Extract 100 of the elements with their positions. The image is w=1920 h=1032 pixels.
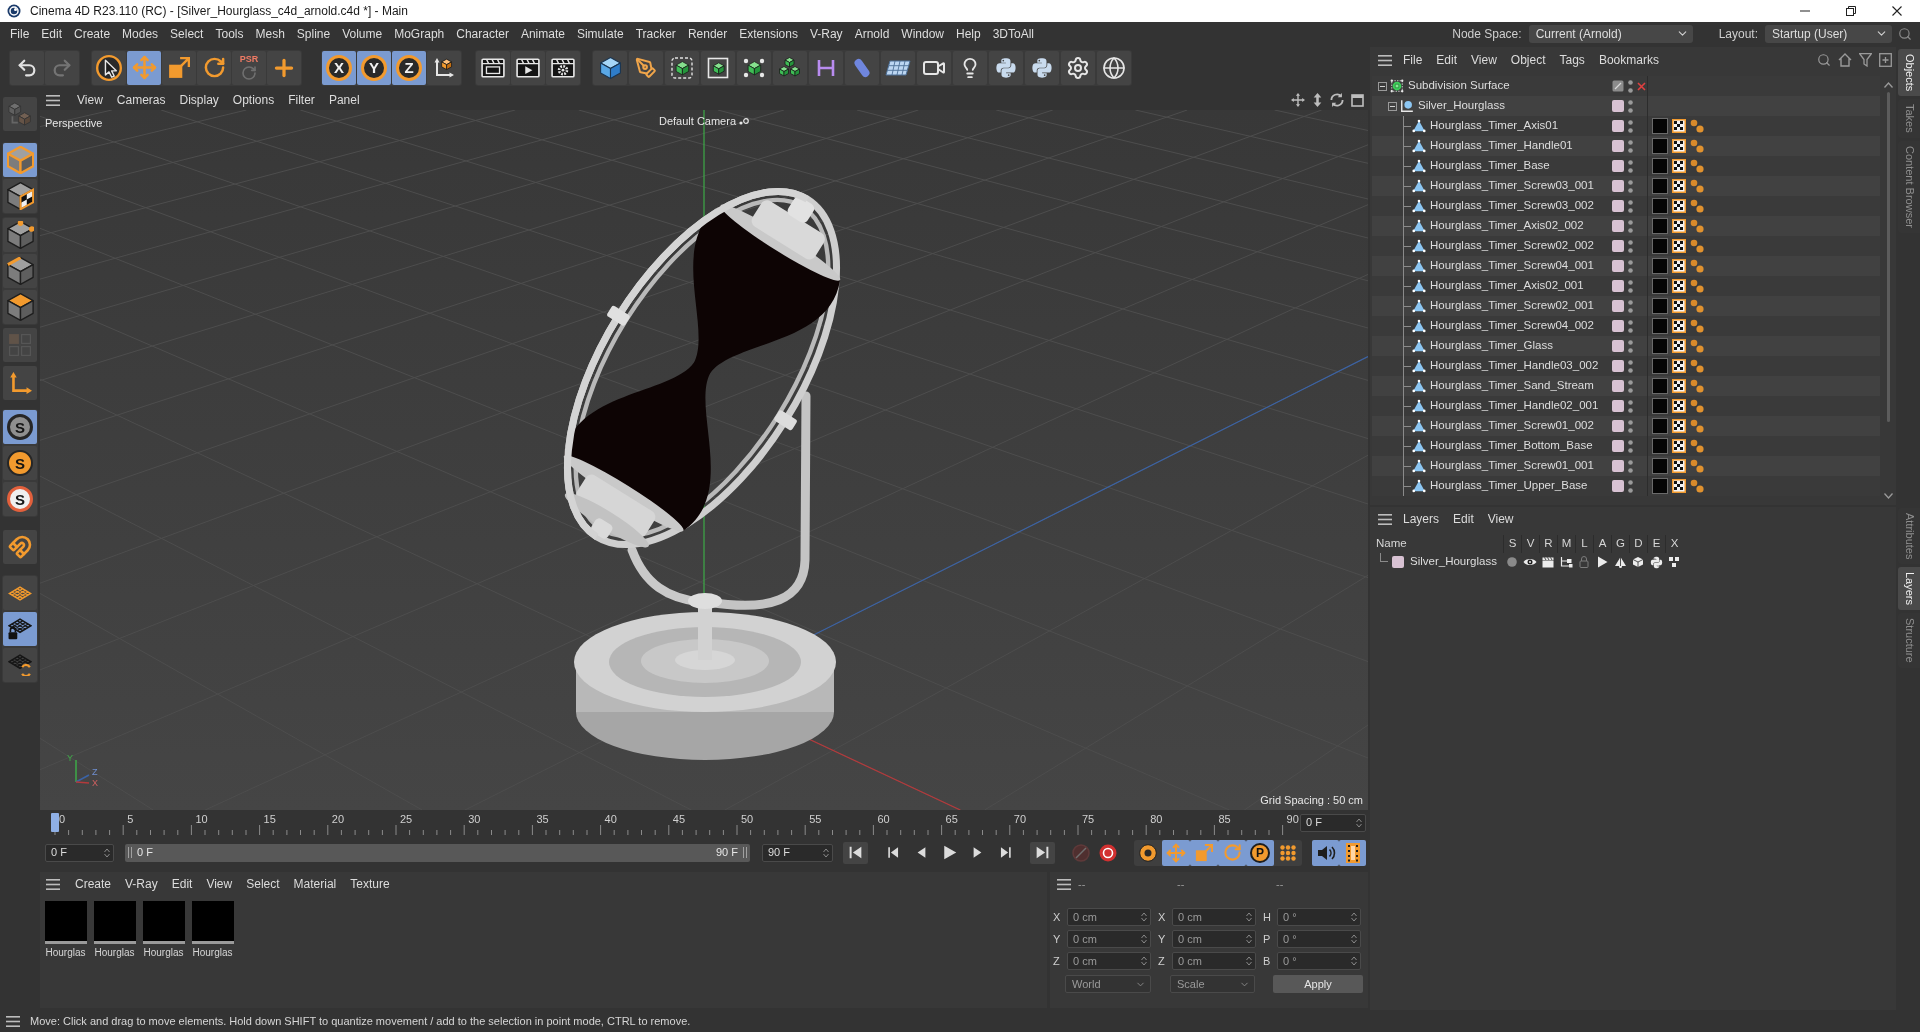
pattern-tag-icon[interactable] (1672, 219, 1686, 233)
viewport-canvas[interactable]: Perspective Default Camera Grid Spacing : 50 cm Y Z X (40, 110, 1368, 810)
menu-item[interactable]: Character (450, 22, 515, 45)
pattern-tag-icon[interactable] (1672, 239, 1686, 253)
chevron-down-icon[interactable] (1883, 493, 1893, 499)
menu-item[interactable]: Edit (164, 878, 200, 890)
swatch-icon[interactable] (1612, 300, 1624, 312)
menu-item[interactable]: Layers (1396, 513, 1447, 525)
spheres-tag-icon[interactable] (1690, 459, 1704, 473)
spheres-tag-icon[interactable] (1690, 479, 1704, 493)
menu-item[interactable]: View (199, 878, 240, 890)
home-icon[interactable] (1838, 53, 1852, 67)
swatch-icon[interactable] (1612, 160, 1624, 172)
menu-icon[interactable] (6, 1015, 20, 1027)
menu-item[interactable]: Spline (290, 22, 337, 45)
dots-icon[interactable] (1628, 159, 1633, 173)
menu-item[interactable]: Select (164, 22, 210, 45)
swatch-icon[interactable] (1612, 280, 1624, 292)
pattern-tag-icon[interactable] (1672, 319, 1686, 333)
speaker-button[interactable] (1312, 839, 1339, 866)
menu-item[interactable]: MoGraph (388, 22, 451, 45)
move-button[interactable] (127, 50, 161, 85)
square-tag-icon[interactable] (1652, 378, 1668, 394)
menu-item[interactable]: Simulate (570, 22, 630, 45)
object-row[interactable]: Hourglass_Timer_Screw03_001 (1372, 176, 1880, 196)
pattern-tag-icon[interactable] (1672, 439, 1686, 453)
chevron-up-icon[interactable] (1883, 82, 1893, 88)
s-ring-button[interactable]: S (3, 482, 37, 516)
pattern-tag-icon[interactable] (1672, 459, 1686, 473)
s-ring-button[interactable]: S (3, 446, 37, 480)
square-icon[interactable] (1351, 93, 1364, 107)
pattern-tag-icon[interactable] (1672, 159, 1686, 173)
pattern-tag-icon[interactable] (1672, 139, 1686, 153)
dot-icon[interactable] (1507, 557, 1517, 567)
slashed-box-icon[interactable] (1612, 80, 1624, 92)
cube-face-button[interactable] (3, 290, 37, 324)
clapperboard-button[interactable] (476, 50, 510, 85)
rotate-button[interactable] (197, 50, 231, 85)
menu-item[interactable]: Display (172, 94, 226, 106)
four-arrows-icon[interactable] (1291, 93, 1305, 107)
spheres-tag-icon[interactable] (1690, 139, 1704, 153)
object-row[interactable]: Silver_Hourglass (1372, 96, 1880, 116)
menu-item[interactable]: Create (68, 22, 117, 45)
menu-item[interactable]: Edit (1446, 513, 1481, 525)
blocks-icon[interactable] (1668, 556, 1680, 568)
cube-edge-button[interactable] (3, 254, 37, 288)
side-tab[interactable]: Objects (1898, 49, 1920, 97)
swatch-icon[interactable] (1612, 240, 1624, 252)
axis-letter-button[interactable]: X (322, 50, 356, 85)
box-icon[interactable] (1632, 556, 1644, 568)
dots-icon[interactable] (1628, 119, 1633, 133)
menu-item[interactable]: 3DToAll (986, 22, 1041, 45)
cross-icon[interactable] (1637, 81, 1646, 91)
skip-end-button[interactable] (1030, 841, 1055, 864)
spheres-tag-icon[interactable] (1690, 439, 1704, 453)
spheres-tag-icon[interactable] (1690, 239, 1704, 253)
square-tag-icon[interactable] (1652, 178, 1668, 194)
object-row[interactable]: Hourglass_Timer_Screw01_002 (1372, 416, 1880, 436)
dots-icon[interactable] (1628, 379, 1633, 393)
swatch-icon[interactable] (1612, 140, 1624, 152)
dots-icon[interactable] (1628, 179, 1633, 193)
menu-item[interactable]: Tracker (629, 22, 682, 45)
material-preview[interactable] (142, 901, 185, 944)
menu-item[interactable]: Options (225, 94, 282, 106)
pattern-tag-icon[interactable] (1672, 479, 1686, 493)
menu-item[interactable]: View (70, 94, 110, 106)
menu-item[interactable]: Bookmarks (1591, 54, 1666, 66)
pattern-tag-icon[interactable] (1672, 359, 1686, 373)
cube-points-button[interactable] (3, 218, 37, 252)
square-tag-icon[interactable] (1652, 478, 1668, 494)
object-row[interactable]: Hourglass_Timer_Glass (1372, 336, 1880, 356)
square-tag-icon[interactable] (1652, 238, 1668, 254)
spheres-tag-icon[interactable] (1690, 119, 1704, 133)
spheres-tag-icon[interactable] (1690, 419, 1704, 433)
cube-pattern-button[interactable] (3, 179, 37, 213)
material-preview[interactable] (44, 901, 87, 944)
scale-button[interactable] (162, 50, 196, 85)
menu-item[interactable]: Filter (281, 94, 322, 106)
object-row[interactable]: Hourglass_Timer_Sand_Stream (1372, 376, 1880, 396)
spheres-tag-icon[interactable] (1690, 399, 1704, 413)
spheres-tag-icon[interactable] (1690, 299, 1704, 313)
pattern-tag-icon[interactable] (1672, 299, 1686, 313)
swatch-icon[interactable] (1612, 220, 1624, 232)
square-tag-icon[interactable] (1652, 318, 1668, 334)
dots-icon[interactable] (1628, 199, 1633, 213)
spinner-icon[interactable] (104, 847, 110, 858)
square-tag-icon[interactable] (1652, 158, 1668, 174)
camera-button[interactable] (917, 50, 951, 85)
capsule-button[interactable] (845, 50, 879, 85)
lock-icon[interactable] (1579, 556, 1589, 568)
vertical-arrows-icon[interactable] (1312, 93, 1323, 107)
spheres-tag-icon[interactable] (1690, 359, 1704, 373)
swatch-icon[interactable] (1612, 100, 1624, 112)
spheres-tag-icon[interactable] (1690, 379, 1704, 393)
square-tag-icon[interactable] (1652, 138, 1668, 154)
swatch-icon[interactable] (1612, 460, 1624, 472)
pattern-tag-icon[interactable] (1672, 379, 1686, 393)
menu-item[interactable]: Tools (209, 22, 250, 45)
dots-icon[interactable] (1628, 439, 1633, 453)
menu-item[interactable]: Window (895, 22, 950, 45)
